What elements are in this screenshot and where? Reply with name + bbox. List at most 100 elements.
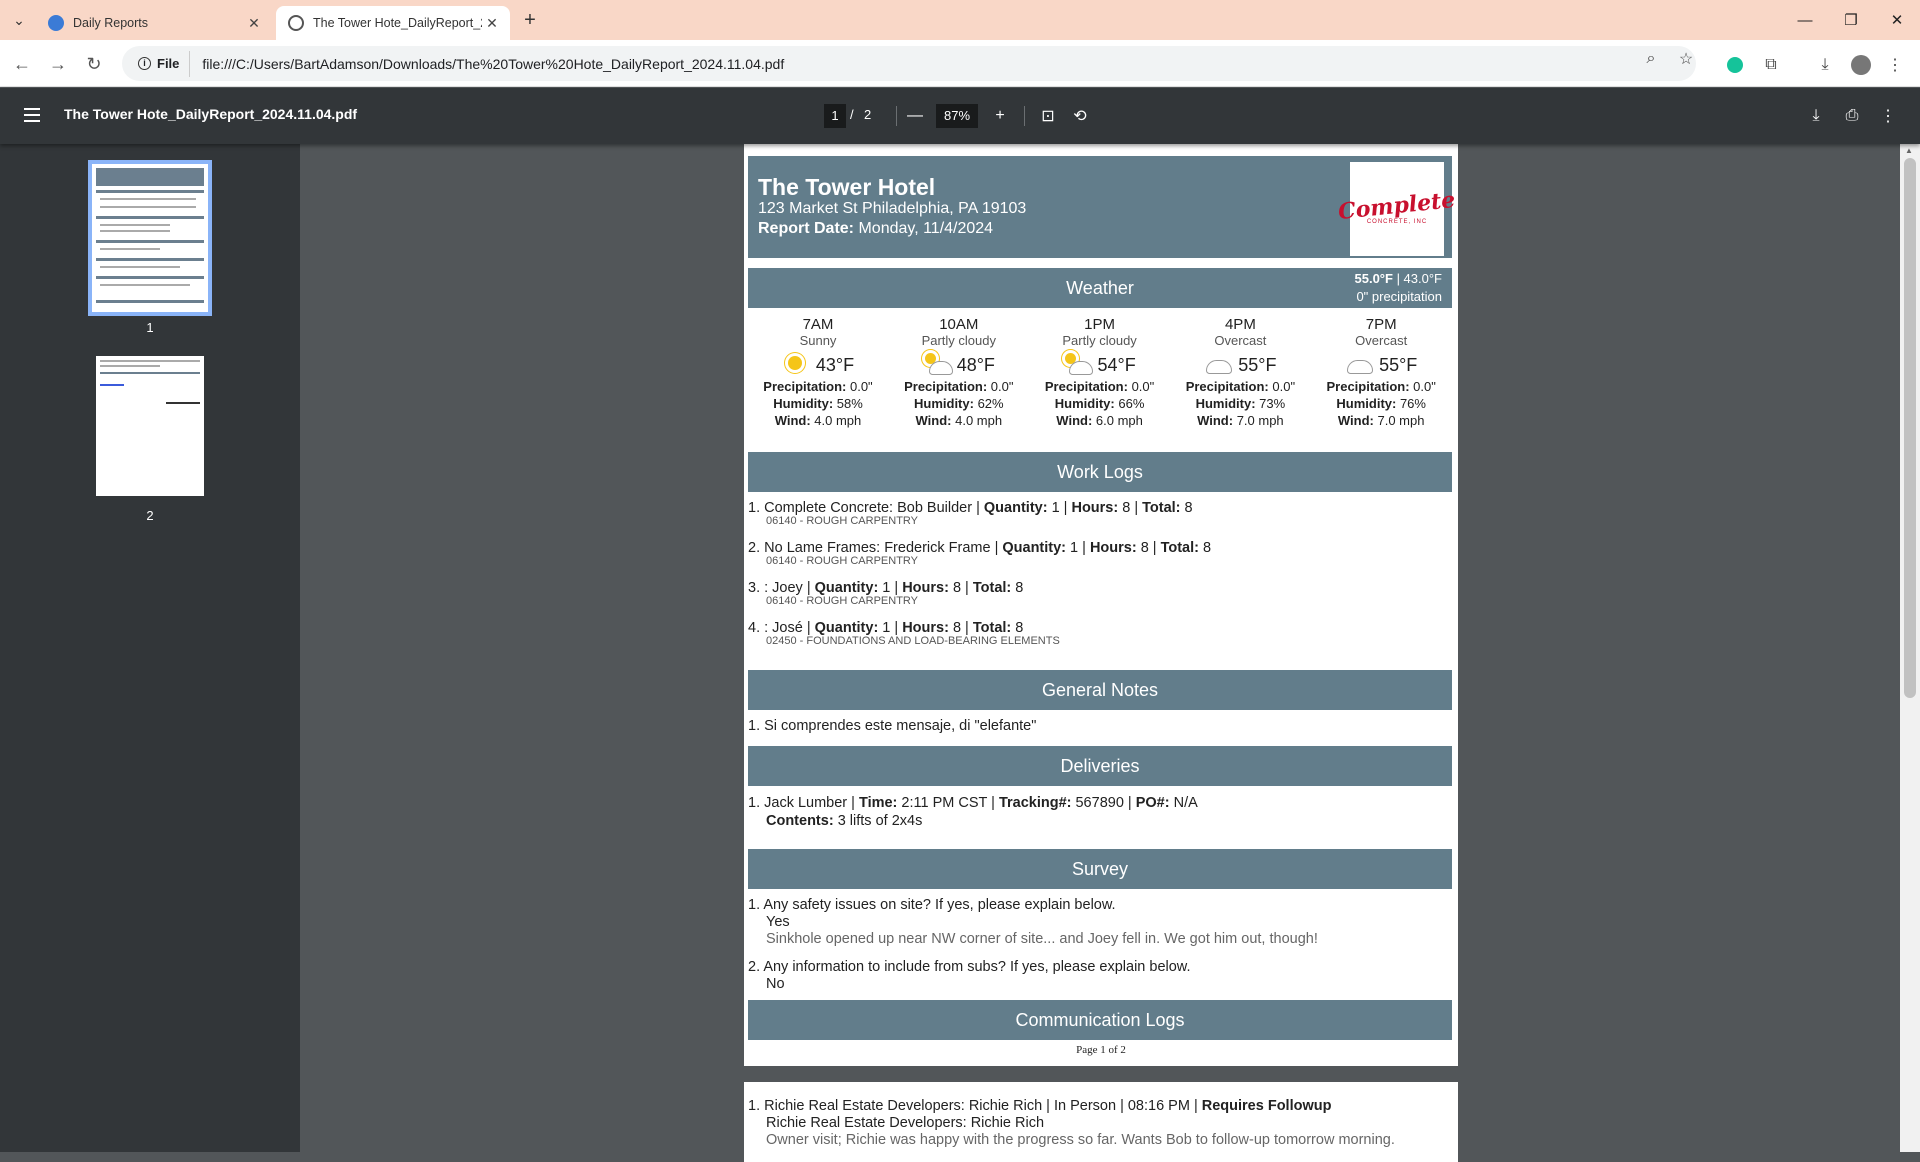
tab-search-button[interactable]: ⌄: [6, 8, 32, 32]
page-thumbnail-1[interactable]: [88, 160, 212, 316]
downloads-icon[interactable]: ⤓: [1812, 52, 1838, 78]
weather-wind-line: Wind: 4.0 mph: [774, 413, 862, 428]
weather-precip-line: Precipitation: 0.0": [1185, 379, 1296, 394]
back-button[interactable]: ←: [8, 50, 36, 78]
thumb-text: [100, 360, 200, 362]
print-icon[interactable]: ⎙: [1840, 104, 1864, 128]
close-window-button[interactable]: ✕: [1874, 0, 1920, 40]
log-total: 8: [1180, 500, 1193, 516]
site-chip-label: File: [157, 56, 180, 71]
more-actions-icon[interactable]: ⋮: [1876, 104, 1900, 128]
weather-humidity-line: Humidity: 76%: [1336, 396, 1426, 411]
weather-summary: 55.0°F | 43.0°F 0" precipitation: [1355, 270, 1443, 306]
weather-column: 7AM Sunny 43°F Precipitation: 0.0" Humidity:…: [748, 316, 888, 429]
forward-button[interactable]: →: [44, 50, 72, 78]
section-deliveries: Deliveries: [748, 746, 1452, 786]
weather-temp: 55°F: [1379, 354, 1418, 375]
section-title: Deliveries: [1060, 755, 1140, 776]
pdf-title: The Tower Hote_DailyReport_2024.11.04.pd…: [64, 106, 358, 122]
tab-title: Daily Reports: [73, 16, 149, 30]
thumb-band: [96, 276, 204, 279]
page-separator: /: [850, 107, 854, 122]
weather-column: 7PM Overcast 55°F Precipitation: 0.0" Humidi…: [1311, 316, 1451, 429]
page-thumbnail-2[interactable]: [96, 356, 204, 496]
scroll-up-arrow[interactable]: ▲: [1905, 146, 1913, 155]
work-log-item: 4. : José | Quantity: 1 | Hours: 8 | Tot…: [748, 620, 1060, 647]
site-info-chip[interactable]: i File: [130, 50, 191, 77]
page-footer: Page 1 of 2: [1076, 1044, 1126, 1056]
new-tab-button[interactable]: +: [518, 8, 542, 32]
page-number-input[interactable]: 1: [824, 104, 846, 128]
url-text: file:///C:/Users/BartAdamson/Downloads/T…: [202, 55, 785, 72]
log-name: : José: [764, 620, 803, 636]
thumb-band: [96, 300, 204, 303]
scrollbar-thumb[interactable]: [1904, 158, 1916, 698]
delivery-contents: 3 lifts of 2x4s: [833, 813, 923, 829]
weather-wind-line: Wind: 6.0 mph: [1056, 413, 1143, 428]
weather-high: 55.0°F: [1354, 271, 1393, 286]
thumb-link: [100, 384, 124, 386]
label: Contents:: [766, 813, 834, 829]
thumb-text: [100, 230, 170, 232]
report-date-label: Report Date:: [758, 220, 855, 237]
rotate-icon[interactable]: ⟲: [1068, 104, 1092, 128]
tab-title: The Tower Hote_DailyReport_2024.11.04.pd…: [313, 16, 482, 30]
weather-precip-line: Precipitation: 0.0": [1044, 379, 1155, 394]
weather-precip: 0" precipitation: [1356, 289, 1442, 304]
zoom-in-icon[interactable]: +: [988, 104, 1012, 128]
grammarly-extension-icon[interactable]: [1722, 52, 1748, 78]
tab-pdf[interactable]: The Tower Hote_DailyReport_2024.11.04.pd…: [276, 6, 510, 40]
profile-avatar[interactable]: [1848, 52, 1874, 78]
thumb-text: [100, 365, 160, 367]
weather-humidity-line: Humidity: 66%: [1054, 396, 1145, 411]
restore-button[interactable]: ❐: [1828, 0, 1874, 40]
browser-menu-icon[interactable]: ⋮: [1882, 52, 1908, 78]
section-communication-logs: Communication Logs: [748, 1000, 1452, 1040]
log-hours: 8: [1118, 500, 1131, 516]
extensions-icon[interactable]: ⧉: [1758, 52, 1784, 78]
partly-cloudy-icon: [923, 352, 953, 378]
label: Tracking#:: [998, 795, 1072, 811]
site-favicon-icon: [48, 15, 64, 31]
delivery-po: N/A: [1169, 795, 1198, 811]
log-cost-code: 02450 - FOUNDATIONS AND LOAD-BEARING ELE…: [766, 635, 1060, 647]
thumb-text: [100, 198, 196, 200]
close-tab-icon[interactable]: ✕: [482, 13, 502, 33]
zoom-icon[interactable]: ⌕: [1640, 48, 1662, 70]
sidebar-toggle-icon[interactable]: [20, 104, 44, 128]
work-log-item: 1. Complete Concrete: Bob Builder | Quan…: [748, 500, 1193, 527]
sun-icon: [782, 352, 812, 378]
info-icon: i: [138, 57, 151, 70]
vertical-scrollbar[interactable]: ▲: [1900, 144, 1920, 1152]
weather-column: 10AM Partly cloudy 48°F Precipitation: 0.0"…: [889, 316, 1029, 429]
delivery-tracking: 567890: [1071, 795, 1124, 811]
download-icon[interactable]: ⤓: [1804, 104, 1828, 128]
pdf-toolbar: The Tower Hote_DailyReport_2024.11.04.pd…: [0, 88, 1920, 144]
weather-column: 1PM Partly cloudy 54°F Precipitation: 0.0" H…: [1030, 316, 1170, 429]
fit-to-page-icon[interactable]: ⊡: [1036, 104, 1060, 128]
label: PO#:: [1135, 795, 1170, 811]
zoom-input[interactable]: 87%: [936, 104, 978, 128]
log-hours: 8: [1136, 540, 1149, 556]
thumb-band: [96, 258, 204, 261]
close-tab-icon[interactable]: ✕: [244, 13, 264, 33]
log-num: 1.: [748, 500, 761, 516]
weather-temp: 48°F: [956, 354, 995, 375]
zoom-out-icon[interactable]: —: [903, 104, 927, 128]
weather-condition: Overcast: [1355, 333, 1408, 348]
bookmark-star-icon[interactable]: ☆: [1675, 48, 1697, 70]
reload-button[interactable]: ↻: [80, 50, 108, 78]
weather-low: | 43.0°F: [1392, 271, 1442, 286]
section-survey: Survey: [748, 849, 1452, 889]
report-header: The Tower Hotel 123 Market St Philadelph…: [748, 156, 1457, 258]
minimize-button[interactable]: —: [1782, 0, 1828, 40]
pdf-page-1: The Tower Hotel 123 Market St Philadelph…: [744, 144, 1458, 1066]
weather-wind-line: Wind: 7.0 mph: [1197, 413, 1284, 428]
label: Time:: [858, 795, 898, 811]
section-general-notes: General Notes: [748, 670, 1452, 710]
divider: [896, 106, 897, 126]
tab-daily-reports[interactable]: Daily Reports ✕: [36, 6, 272, 40]
address-bar[interactable]: i File file:///C:/Users/BartAdamson/Down…: [122, 46, 1696, 81]
comm-log-header: 1. Richie Real Estate Developers: Richie…: [748, 1098, 1202, 1114]
browser-toolbar: ← → ↻ i File file:///C:/Users/BartAdamso…: [0, 40, 1920, 87]
